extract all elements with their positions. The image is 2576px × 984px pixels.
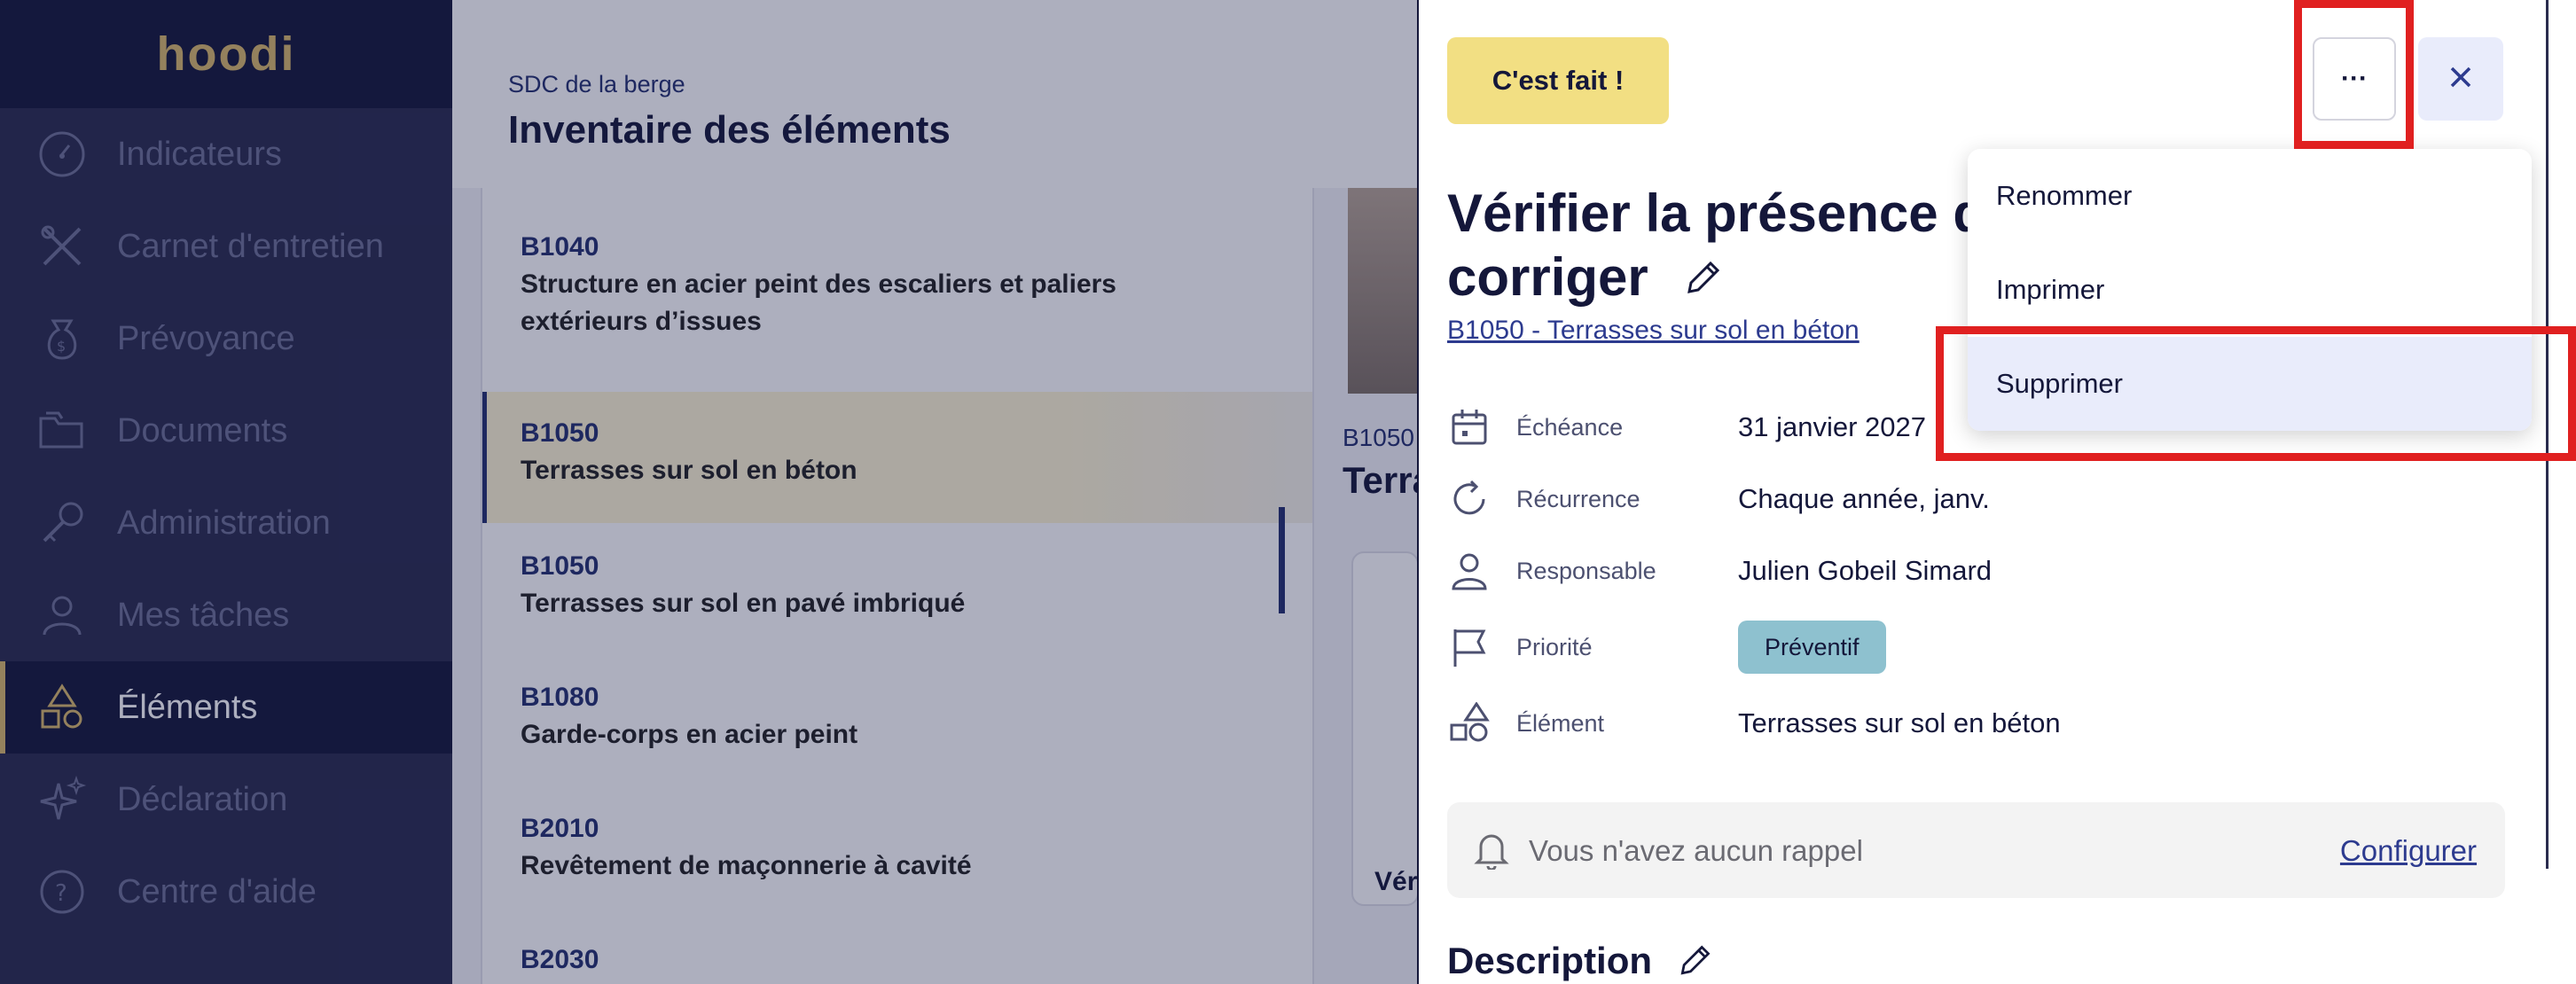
field-label: Priorité xyxy=(1516,633,1593,660)
field-label: Responsable xyxy=(1516,557,1656,584)
menu-item-rename[interactable]: Renommer xyxy=(1968,149,2532,243)
annotation-highlight-more xyxy=(2294,0,2414,149)
close-icon xyxy=(2447,64,2474,95)
field-label: Élément xyxy=(1516,709,1605,737)
priority-badge: Préventif xyxy=(1738,621,1886,674)
task-title-line-2-text: corriger xyxy=(1447,247,1648,307)
field-due: Échéance 31 janvier 2027 xyxy=(1445,401,1926,454)
pencil-icon[interactable] xyxy=(1676,942,1713,984)
modal-backdrop[interactable] xyxy=(0,0,1419,984)
annotation-highlight-delete xyxy=(1936,326,2576,461)
user-icon xyxy=(1445,547,1493,595)
field-recurrence: Récurrence Chaque année, janv. xyxy=(1445,472,1990,526)
pencil-icon[interactable] xyxy=(1682,249,1723,313)
shapes-icon xyxy=(1445,699,1493,747)
description-heading: Description xyxy=(1447,940,1653,981)
field-value: Julien Gobeil Simard xyxy=(1738,555,1993,586)
mark-done-button[interactable]: C'est fait ! xyxy=(1447,37,1669,124)
configure-link[interactable]: Configurer xyxy=(2340,834,2477,868)
menu-item-print[interactable]: Imprimer xyxy=(1968,243,2532,337)
field-value: Terrasses sur sol en béton xyxy=(1738,707,2061,738)
reminder-text: Vous n'avez aucun rappel xyxy=(1529,834,1863,867)
field-label: Échéance xyxy=(1516,413,1624,441)
field-priority: Priorité Préventif xyxy=(1445,621,1886,674)
calendar-icon xyxy=(1445,403,1493,451)
field-owner: Responsable Julien Gobeil Simard xyxy=(1445,544,1992,597)
element-link[interactable]: B1050 - Terrasses sur sol en béton xyxy=(1447,316,1860,346)
field-value: Chaque année, janv. xyxy=(1738,483,1990,514)
field-value: 31 janvier 2027 xyxy=(1738,411,1926,442)
close-button[interactable] xyxy=(2418,37,2503,121)
field-label: Récurrence xyxy=(1516,485,1640,512)
bell-icon xyxy=(1474,831,1509,874)
refresh-icon xyxy=(1445,475,1493,523)
field-element: Élément Terrasses sur sol en béton xyxy=(1445,697,2061,750)
reminder-box: Vous n'avez aucun rappel Configurer xyxy=(1447,802,2505,898)
flag-icon xyxy=(1445,623,1493,671)
